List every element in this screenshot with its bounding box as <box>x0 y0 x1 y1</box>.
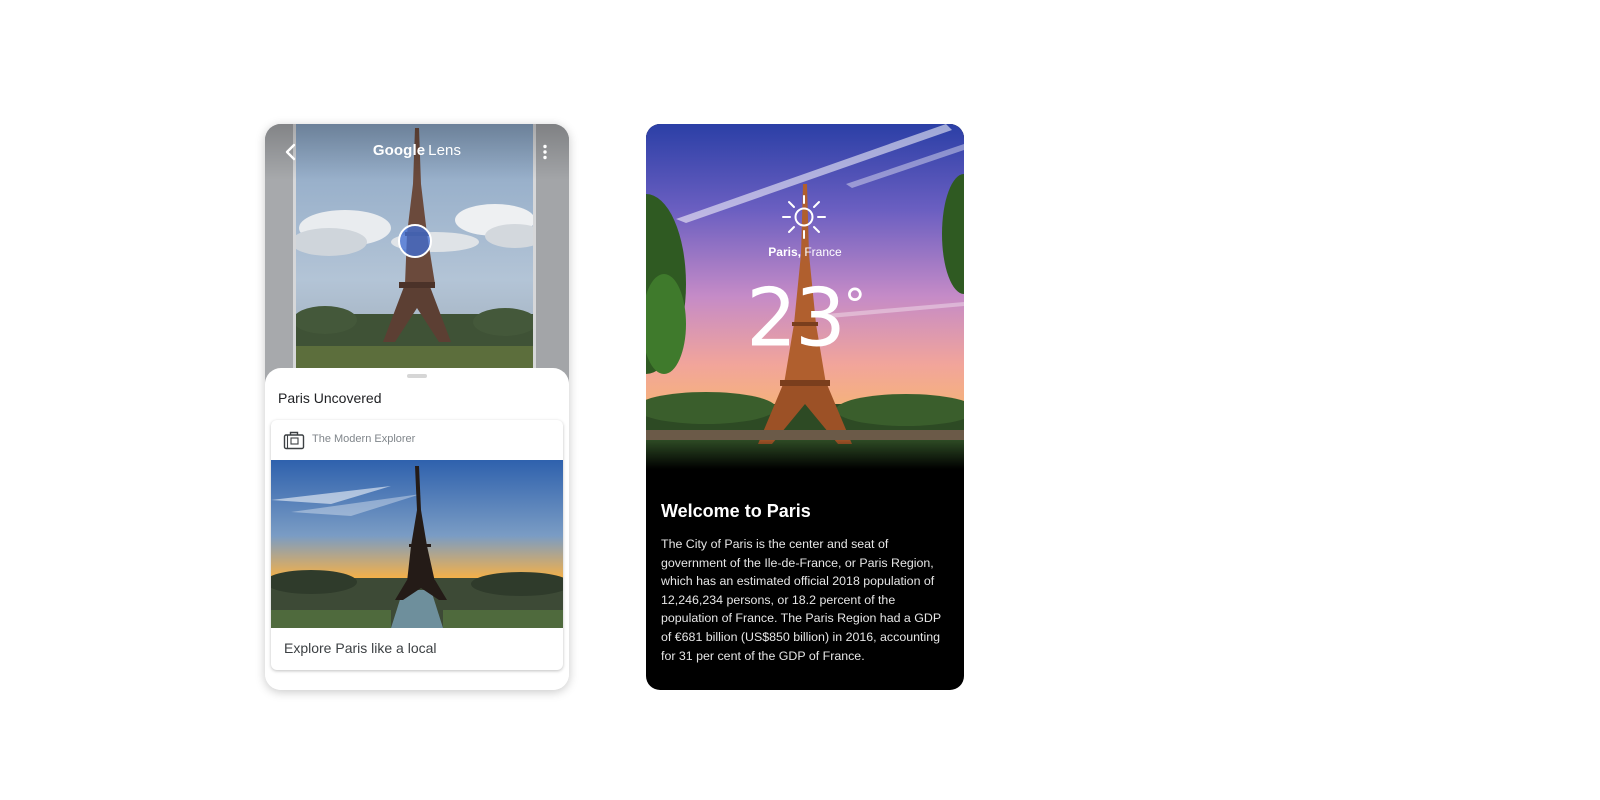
sheet-title: Paris Uncovered <box>278 390 382 406</box>
lens-phone-screen: Google Lens Paris Uncovered The Modern Ex <box>265 124 569 690</box>
location-country: France <box>804 245 842 259</box>
temperature-value: 23 <box>746 271 846 365</box>
suitcase-icon <box>283 431 305 450</box>
welcome-title: Welcome to Paris <box>661 501 811 521</box>
weather-location: Paris, France <box>646 245 964 259</box>
more-options-button[interactable] <box>533 138 557 166</box>
location-city: Paris, <box>768 245 801 259</box>
sun-icon <box>782 195 826 239</box>
temperature-readout: 23° <box>646 258 964 365</box>
camera-viewfinder[interactable]: Google Lens <box>265 124 569 384</box>
app-title: Google Lens <box>265 142 569 159</box>
lens-focus-point[interactable] <box>398 224 432 258</box>
result-caption: Explore Paris like a local <box>284 640 437 656</box>
more-vert-icon <box>543 144 547 160</box>
result-card[interactable]: The Modern Explorer Explore Paris like a… <box>271 420 563 670</box>
weather-phone-screen: Paris, France 23° Welcome to Paris The C… <box>646 124 964 690</box>
result-card-header: The Modern Explorer <box>271 420 563 460</box>
result-source-name: The Modern Explorer <box>312 433 416 445</box>
welcome-description: The City of Paris is the center and seat… <box>661 537 941 663</box>
app-title-product: Lens <box>428 142 462 159</box>
degree-symbol: ° <box>843 280 866 331</box>
results-bottom-sheet: Paris Uncovered The Modern Explorer Expl… <box>265 368 569 690</box>
app-title-brand: Google <box>372 142 426 159</box>
sheet-drag-handle[interactable] <box>407 374 427 378</box>
eiffel-sunset-thumbnail <box>271 460 563 628</box>
